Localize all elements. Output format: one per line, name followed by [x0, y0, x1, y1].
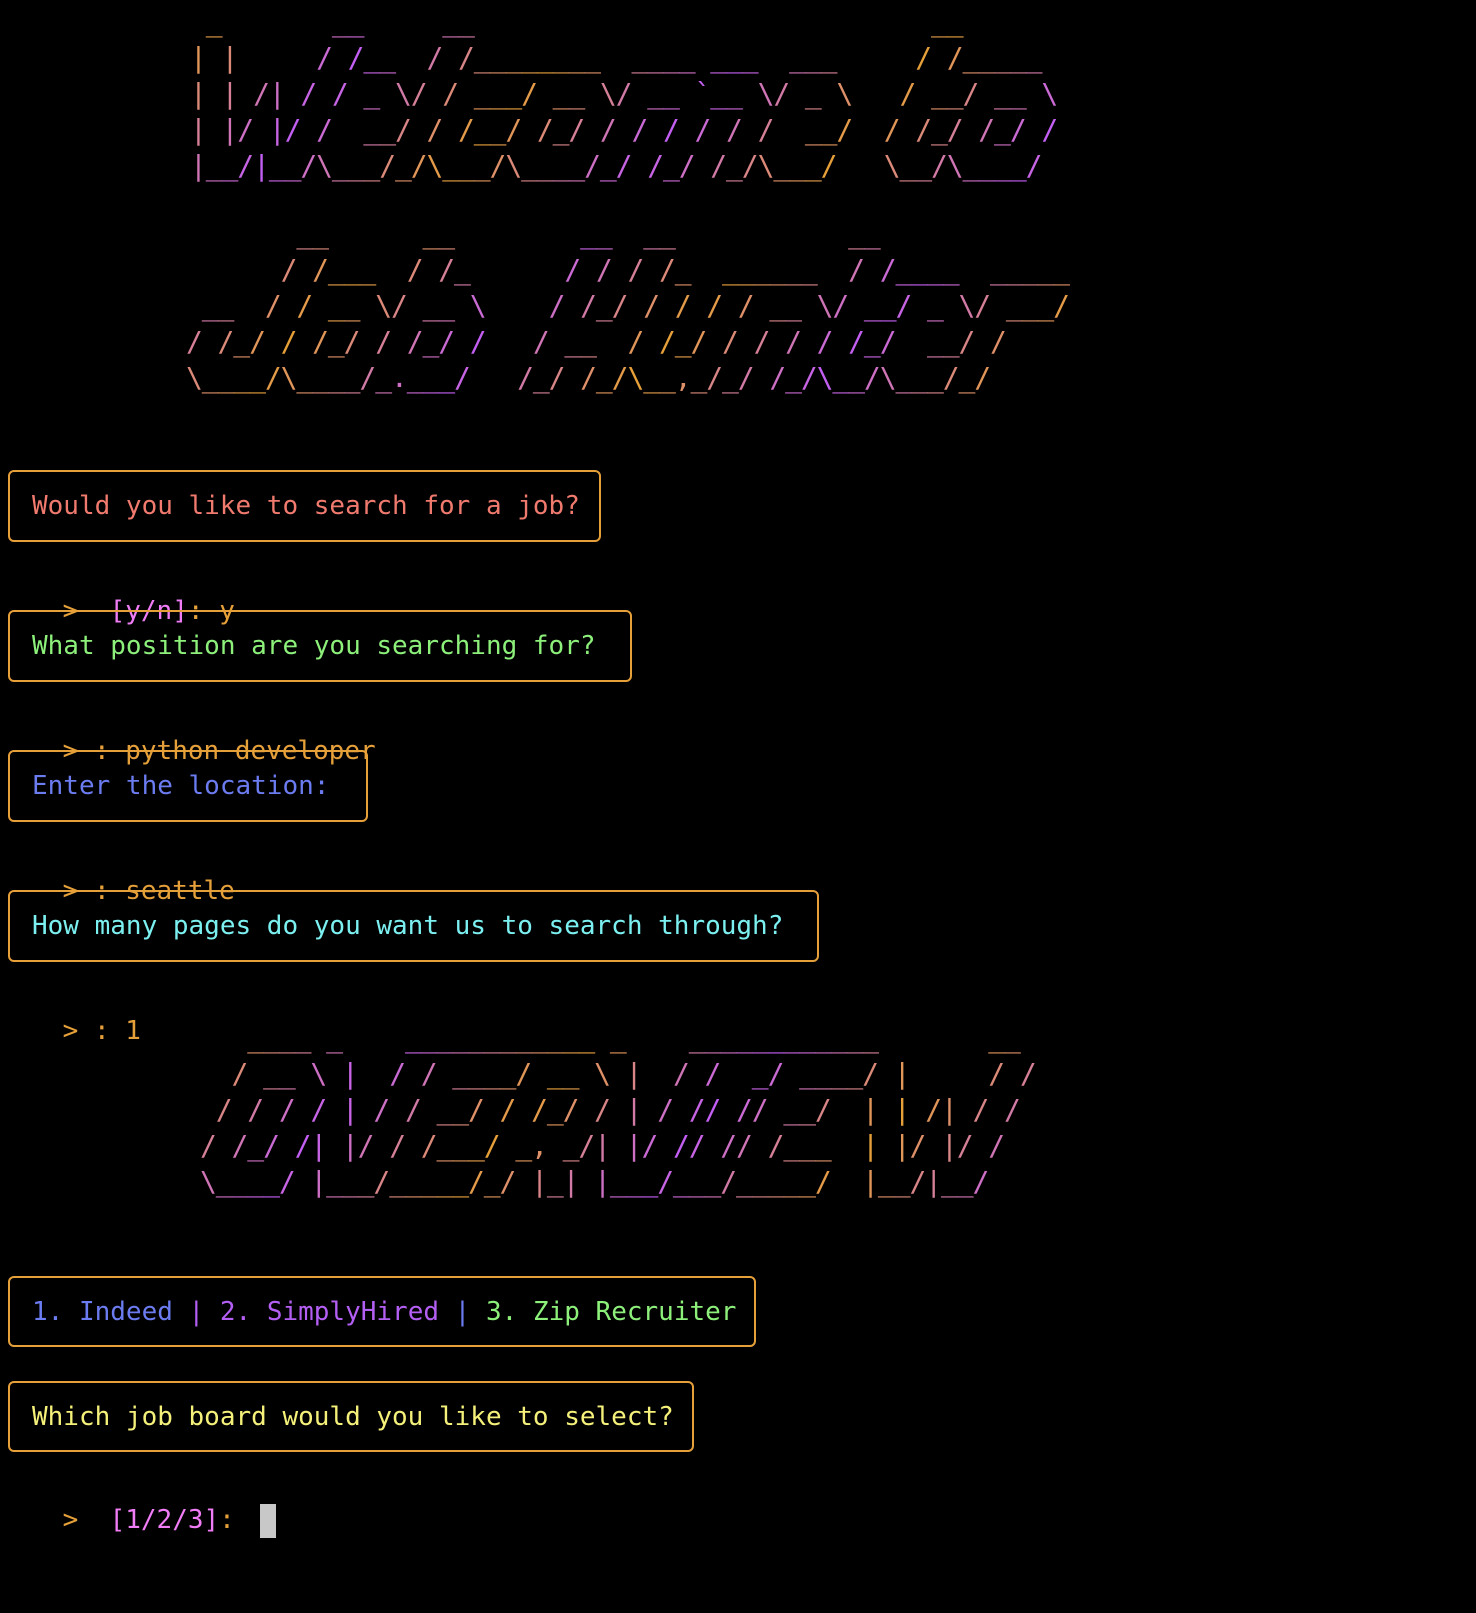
location-question-text: Enter the location: [32, 771, 330, 801]
board-separator: : [219, 1505, 251, 1535]
option-ziprecruiter: 3. Zip Recruiter [485, 1296, 737, 1327]
prompt-arrow: > [62, 1016, 79, 1046]
option-separator: | [188, 1296, 205, 1327]
pages-answer-line: > : 1 [0, 977, 141, 1046]
option-simplyhired: 2. SimplyHired [219, 1296, 440, 1327]
position-answer-line: > : python developer [0, 697, 376, 766]
welcome-banner: _ __ __ __ | | / /__ / /________ ____ __… [190, 5, 1058, 182]
position-question-text: What position are you searching for? [32, 631, 596, 661]
yn-prompt-line: > [y/n]: y [0, 557, 235, 626]
board-question-box: Which job board would you like to select… [8, 1381, 694, 1452]
location-answer-line: > : seattle [0, 837, 235, 906]
option-separator: | [454, 1296, 471, 1327]
board-question-text: Which job board would you like to select… [32, 1401, 674, 1432]
job-board-options-box: 1. Indeed | 2. SimplyHired | 3. Zip Recr… [8, 1276, 756, 1347]
option-indeed: 1. Indeed [32, 1296, 173, 1327]
job-hunter-banner: __ __ __ __ __ / /___ / /_ / / / /_ ____… [186, 217, 1070, 394]
search-question-box: Would you like to search for a job? [8, 470, 601, 542]
board-choices: [1/2/3] [109, 1505, 220, 1535]
pages-answer: : 1 [93, 1016, 141, 1046]
overview-banner: ____ _ ____________ _ ____________ __ / … [200, 1021, 1037, 1198]
location-question-box: Enter the location: [8, 750, 368, 822]
position-question-box: What position are you searching for? [8, 610, 632, 682]
prompt-arrow: > [62, 1505, 79, 1535]
board-prompt-line[interactable]: > [1/2/3]: [0, 1466, 277, 1538]
search-question-text: Would you like to search for a job? [32, 491, 580, 521]
terminal-window: _ __ __ __ | | / /__ / /________ ____ __… [0, 0, 1476, 1613]
pages-question-text: How many pages do you want us to search … [32, 911, 784, 941]
text-cursor[interactable] [260, 1503, 277, 1538]
pages-question-box: How many pages do you want us to search … [8, 890, 819, 962]
